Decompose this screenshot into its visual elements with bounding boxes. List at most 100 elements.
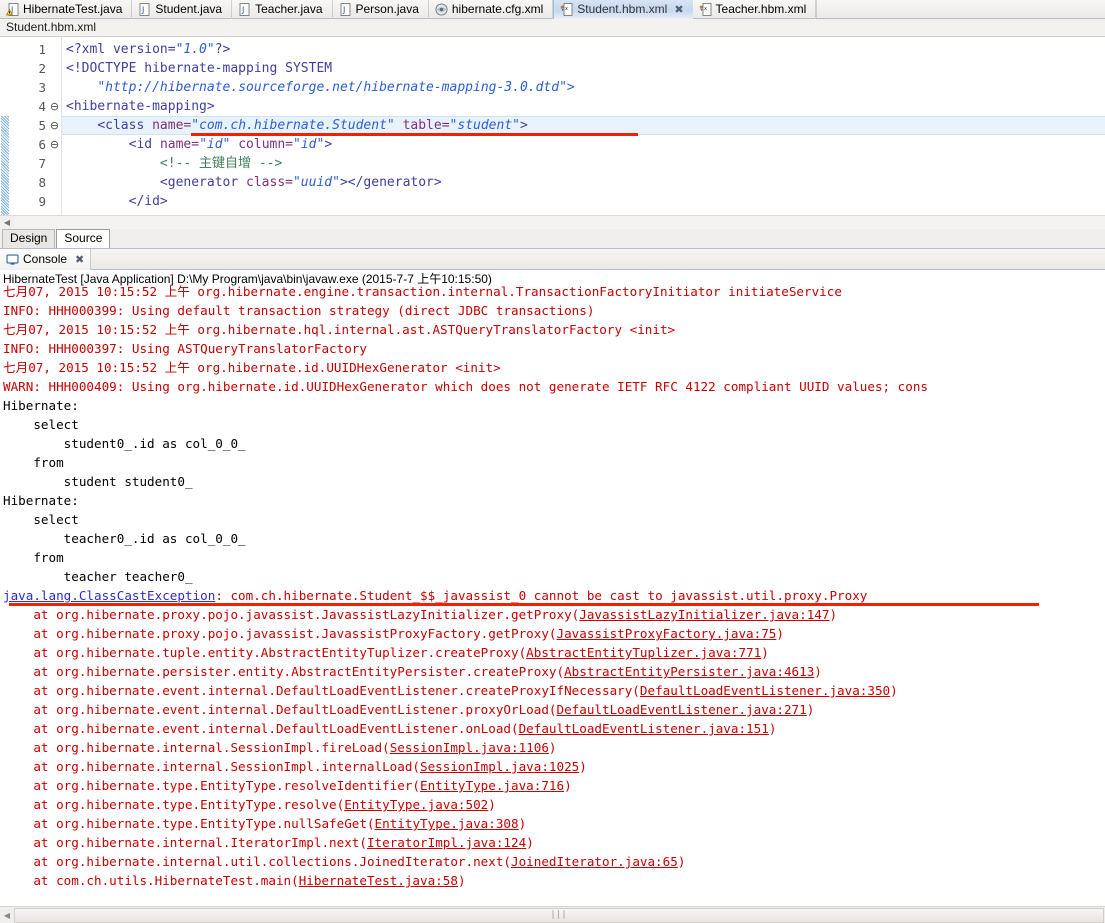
stack-frame-text: at org.hibernate.proxy.pojo.javassist.Ja… — [3, 607, 580, 622]
xml-source-editor[interactable]: 1 2 3 4 5 6 7 8 9 ⊖ ⊖ ⊖ <?xml version="1… — [0, 37, 1105, 215]
exception-type-link[interactable]: java.lang.ClassCastException — [3, 588, 215, 603]
stack-frame-link[interactable]: DefaultLoadEventListener.java:271 — [557, 702, 807, 717]
editor-line-numbers: 1 2 3 4 5 6 7 8 9 — [10, 37, 48, 215]
line-number: 4 — [38, 99, 46, 114]
editor-code-area[interactable]: <?xml version="1.0"?> <!DOCTYPE hibernat… — [62, 37, 1105, 215]
svg-text:J: J — [241, 6, 244, 15]
code-token: "com.ch.hibernate.Student" — [191, 118, 395, 133]
stack-frame-link[interactable]: EntityType.java:502 — [344, 797, 488, 812]
code-line-9: </id> — [62, 192, 1105, 211]
stack-frame[interactable]: at org.hibernate.event.internal.DefaultL… — [1, 700, 1105, 719]
fold-toggle[interactable] — [48, 59, 61, 78]
stack-frame-text: ) — [814, 664, 822, 679]
code-token: ?> — [214, 42, 231, 57]
code-line-6: <id name="id" column="id"> — [62, 135, 1105, 154]
stack-frame[interactable]: at org.hibernate.type.EntityType.resolve… — [1, 795, 1105, 814]
log-line: teacher teacher0_ — [3, 569, 193, 584]
stack-frame-text: at org.hibernate.persister.entity.Abstra… — [3, 664, 565, 679]
code-line-3: "http://hibernate.sourceforge.net/hibern… — [62, 78, 1105, 97]
stack-frame-link[interactable]: SessionImpl.java:1106 — [390, 740, 549, 755]
code-token: ></generator> — [339, 175, 442, 190]
stack-frame-link[interactable]: JavassistProxyFactory.java:75 — [557, 626, 777, 641]
stack-frame-link[interactable]: DefaultLoadEventListener.java:151 — [519, 721, 769, 736]
stack-frame[interactable]: at org.hibernate.proxy.pojo.javassist.Ja… — [1, 624, 1105, 643]
fold-toggle[interactable] — [48, 40, 61, 59]
close-icon[interactable]: ✖ — [674, 4, 683, 15]
tab-console[interactable]: Console ✖ — [0, 248, 92, 270]
code-token: name= — [152, 118, 192, 133]
fold-toggle[interactable]: ⊖ — [48, 97, 61, 116]
stack-frame-link[interactable]: AbstractEntityPersister.java:4613 — [564, 664, 814, 679]
exception-line[interactable]: java.lang.ClassCastException: com.ch.hib… — [1, 586, 1105, 606]
code-line-4: <hibernate-mapping> — [62, 97, 1105, 116]
stack-frame[interactable]: at org.hibernate.event.internal.DefaultL… — [1, 719, 1105, 738]
editor-tab-person-java[interactable]: J Person.java — [333, 0, 429, 19]
stack-frame[interactable]: at org.hibernate.type.EntityType.resolve… — [1, 776, 1105, 795]
scroll-left-icon[interactable]: ◀ — [0, 911, 14, 920]
log-line: teacher0_.id as col_0_0_ — [3, 531, 246, 546]
stack-frame[interactable]: at org.hibernate.proxy.pojo.javassist.Ja… — [1, 605, 1105, 624]
log-line: from — [3, 550, 64, 565]
code-token: <!DOCTYPE hibernate-mapping SYSTEM — [66, 61, 333, 76]
stack-frame-text: at org.hibernate.internal.IteratorImpl.n… — [3, 835, 367, 850]
stack-frame[interactable]: at org.hibernate.event.internal.DefaultL… — [1, 681, 1105, 700]
stack-frame[interactable]: at org.hibernate.type.EntityType.nullSaf… — [1, 814, 1105, 833]
editor-tab-label: hibernate.cfg.xml — [451, 2, 544, 16]
log-line: select — [3, 512, 79, 527]
fold-toggle[interactable] — [48, 173, 61, 192]
fold-toggle[interactable] — [48, 192, 61, 211]
stack-frame[interactable]: at org.hibernate.internal.util.collectio… — [1, 852, 1105, 871]
stack-frame-text: ) — [776, 626, 784, 641]
stack-frame-text: at com.ch.utils.HibernateTest.main( — [3, 873, 299, 888]
stack-frame[interactable]: at org.hibernate.tuple.entity.AbstractEn… — [1, 643, 1105, 662]
code-token: <generator — [159, 175, 247, 190]
stack-frame[interactable]: at org.hibernate.internal.IteratorImpl.n… — [1, 833, 1105, 852]
stack-frame[interactable]: at com.ch.utils.HibernateTest.main(Hiber… — [1, 871, 1105, 890]
scrollbar-trough[interactable] — [14, 216, 1105, 229]
editor-tab-student-java[interactable]: J Student.java — [132, 0, 233, 19]
stack-frame-link[interactable]: HibernateTest.java:58 — [299, 873, 458, 888]
stack-frame-link[interactable]: AbstractEntityTuplizer.java:771 — [526, 645, 761, 660]
editor-horizontal-scrollbar[interactable]: ◀ — [0, 215, 1105, 229]
editor-tab-hibernatetest-java[interactable]: J HibernateTest.java — [0, 0, 133, 19]
close-icon[interactable]: ✖ — [75, 254, 84, 265]
tabbar-empty-space — [816, 0, 1105, 18]
console-output[interactable]: HibernateTest [Java Application] D:\My P… — [0, 270, 1105, 906]
scroll-left-icon[interactable]: ◀ — [0, 218, 14, 227]
log-line: Hibernate: — [3, 398, 87, 413]
stack-frame-link[interactable]: IteratorImpl.java:124 — [367, 835, 526, 850]
fold-toggle[interactable]: ⊖ — [48, 116, 61, 135]
stack-frame[interactable]: at org.hibernate.internal.SessionImpl.fi… — [1, 738, 1105, 757]
fold-toggle[interactable] — [48, 78, 61, 97]
stack-frame-link[interactable]: EntityType.java:308 — [375, 816, 519, 831]
fold-toggle[interactable]: ⊖ — [48, 135, 61, 154]
editor-tab-hibernate-cfg-xml[interactable]: hibernate.cfg.xml — [429, 0, 554, 19]
stack-frame-text: ) — [579, 759, 587, 774]
stack-frame[interactable]: at org.hibernate.internal.SessionImpl.in… — [1, 757, 1105, 776]
stack-frame-text: at org.hibernate.type.EntityType.resolve… — [3, 797, 345, 812]
scrollbar-grip[interactable]: ∣∣∣ — [551, 910, 568, 920]
tab-source[interactable]: Source — [56, 229, 111, 248]
stack-frame-link[interactable]: EntityType.java:716 — [420, 778, 564, 793]
scrollbar-trough[interactable]: ∣∣∣ — [14, 907, 1104, 923]
code-token: "http://hibernate.sourceforge.net/hibern… — [97, 80, 575, 95]
editor-tab-student-hbm-xml[interactable]: x Student.hbm.xml ✖ — [553, 0, 693, 19]
stack-frame-text: ) — [806, 702, 815, 717]
change-marker — [1, 116, 9, 215]
console-icon — [6, 253, 19, 266]
fold-toggle[interactable] — [48, 154, 61, 173]
stack-frame-link[interactable]: SessionImpl.java:1025 — [420, 759, 579, 774]
code-token: > — [324, 137, 333, 152]
editor-tab-teacher-java[interactable]: J Teacher.java — [232, 0, 333, 19]
editor-tab-teacher-hbm-xml[interactable]: x Teacher.hbm.xml — [693, 0, 817, 19]
stack-frame-link[interactable]: DefaultLoadEventListener.java:350 — [640, 683, 890, 698]
line-number: 7 — [38, 156, 46, 171]
console-horizontal-scrollbar[interactable]: ◀ ∣∣∣ — [0, 906, 1105, 923]
stack-frame[interactable]: at org.hibernate.persister.entity.Abstra… — [1, 662, 1105, 681]
stack-frame-link[interactable]: JoinedIterator.java:65 — [511, 854, 678, 869]
line-number: 9 — [38, 194, 46, 209]
stack-frame-link[interactable]: JavassistLazyInitializer.java:147 — [579, 607, 829, 622]
log-line: WARN: HHH000409: Using org.hibernate.id.… — [3, 379, 929, 394]
editor-fold-column[interactable]: ⊖ ⊖ ⊖ — [48, 37, 62, 215]
tab-design[interactable]: Design — [2, 229, 56, 248]
